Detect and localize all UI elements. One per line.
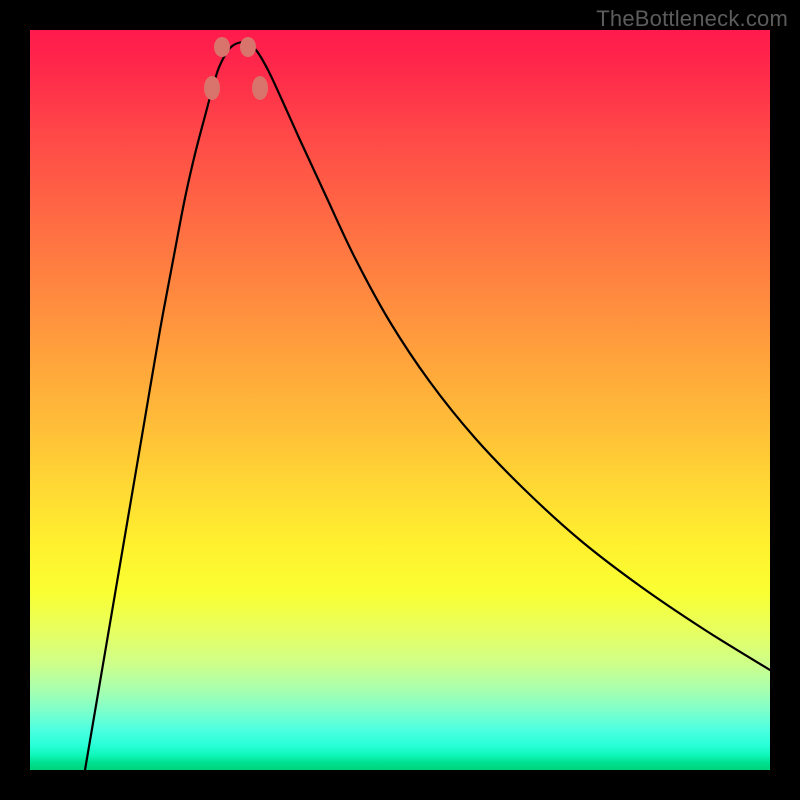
marker-dot [252, 76, 268, 100]
plot-area [30, 30, 770, 770]
marker-dot [214, 37, 230, 57]
curve-layer [30, 30, 770, 770]
bottleneck-curve [85, 42, 770, 770]
watermark-label: TheBottleneck.com [596, 6, 788, 32]
chart-frame: TheBottleneck.com [0, 0, 800, 800]
marker-dot [204, 76, 220, 100]
marker-dot [240, 37, 256, 57]
curve-markers [204, 37, 268, 100]
